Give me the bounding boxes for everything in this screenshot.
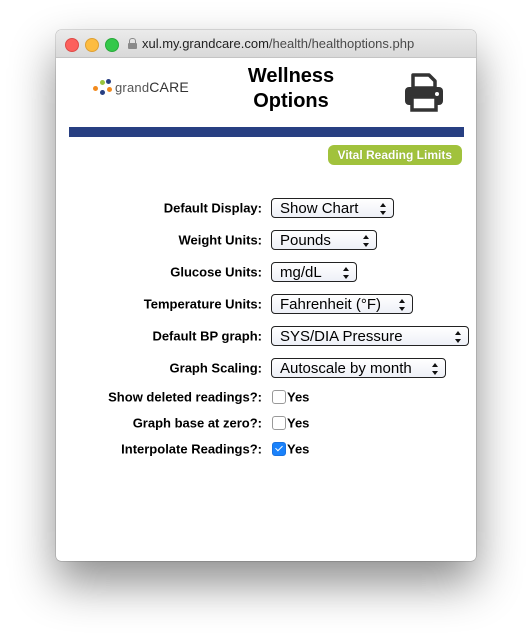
setting-temperature-units: Temperature Units: Fahrenheit (°F) <box>56 291 476 317</box>
browser-window: xul.my.grandcare.com/health/healthoption… <box>56 30 476 561</box>
page-title: Wellness Options <box>216 64 366 114</box>
select-value: SYS/DIA Pressure <box>280 328 403 345</box>
setting-graph-scaling: Graph Scaling: Autoscale by month <box>56 355 476 381</box>
lock-icon <box>128 38 137 49</box>
select-arrows-icon <box>432 363 439 375</box>
close-window-button[interactable] <box>65 38 79 52</box>
checkbox-option-label[interactable]: Yes <box>287 416 309 431</box>
address-bar[interactable]: xul.my.grandcare.com/health/healthoption… <box>128 36 414 51</box>
printer-icon <box>405 73 443 112</box>
setting-label: Temperature Units: <box>143 296 262 312</box>
toggle-graph-base-zero: Graph base at zero?: Yes <box>56 413 476 433</box>
select-arrows-icon <box>399 299 406 311</box>
interpolate-readings-checkbox[interactable] <box>272 442 286 456</box>
setting-default-display: Default Display: Show Chart <box>56 195 476 221</box>
setting-glucose-units: Glucose Units: mg/dL <box>56 259 476 285</box>
page-title-line1: Wellness <box>247 65 335 87</box>
select-value: Autoscale by month <box>280 360 412 377</box>
setting-default-bp-graph: Default BP graph: SYS/DIA Pressure <box>56 323 476 349</box>
select-arrows-icon <box>363 235 370 247</box>
setting-weight-units: Weight Units: Pounds <box>56 227 476 253</box>
toggle-label: Interpolate Readings?: <box>121 441 262 457</box>
toggle-interpolate-readings: Interpolate Readings?: Yes <box>56 439 476 459</box>
page-header: grandCARE Wellness Options <box>56 58 476 126</box>
toggle-label: Show deleted readings?: <box>108 389 262 405</box>
setting-label: Default BP graph: <box>152 328 262 344</box>
maximize-window-button[interactable] <box>105 38 119 52</box>
select-arrows-icon <box>380 203 387 215</box>
setting-label: Weight Units: <box>178 232 262 248</box>
temperature-units-select[interactable]: Fahrenheit (°F) <box>271 294 413 314</box>
setting-label: Glucose Units: <box>170 264 262 280</box>
grandcare-logo: grandCARE <box>91 78 189 96</box>
toggle-show-deleted-readings: Show deleted readings?: Yes <box>56 387 476 407</box>
minimize-window-button[interactable] <box>85 38 99 52</box>
toggle-label: Graph base at zero?: <box>132 415 262 431</box>
select-arrows-icon <box>455 331 462 343</box>
select-value: Show Chart <box>280 200 359 217</box>
checkbox-option-label[interactable]: Yes <box>287 390 309 405</box>
logo-care: CARE <box>149 79 189 95</box>
select-arrows-icon <box>343 267 350 279</box>
select-value: mg/dL <box>280 264 322 281</box>
graph-base-zero-checkbox[interactable] <box>272 416 286 430</box>
options-form: Default Display: Show Chart Weight Units… <box>56 195 476 465</box>
graph-scaling-select[interactable]: Autoscale by month <box>271 358 446 378</box>
setting-label: Default Display: <box>163 200 262 216</box>
select-value: Fahrenheit (°F) <box>280 296 382 313</box>
default-bp-graph-select[interactable]: SYS/DIA Pressure <box>271 326 469 346</box>
glucose-units-select[interactable]: mg/dL <box>271 262 357 282</box>
url-path: /health/healthoptions.php <box>268 36 415 51</box>
weight-units-select[interactable]: Pounds <box>271 230 377 250</box>
header-divider-bar <box>69 127 464 137</box>
url-host: xul.my.grandcare.com <box>142 36 269 51</box>
setting-label: Graph Scaling: <box>169 360 262 376</box>
title-bar: xul.my.grandcare.com/health/healthoption… <box>56 30 476 58</box>
page-title-line2: Options <box>253 90 329 112</box>
checkbox-option-label[interactable]: Yes <box>287 442 309 457</box>
logo-grand: grand <box>115 80 150 95</box>
select-value: Pounds <box>280 232 331 249</box>
default-display-select[interactable]: Show Chart <box>271 198 394 218</box>
vital-reading-limits-button[interactable]: Vital Reading Limits <box>327 145 462 165</box>
print-button[interactable] <box>402 73 446 113</box>
logo-dots-icon <box>91 78 113 96</box>
show-deleted-readings-checkbox[interactable] <box>272 390 286 404</box>
